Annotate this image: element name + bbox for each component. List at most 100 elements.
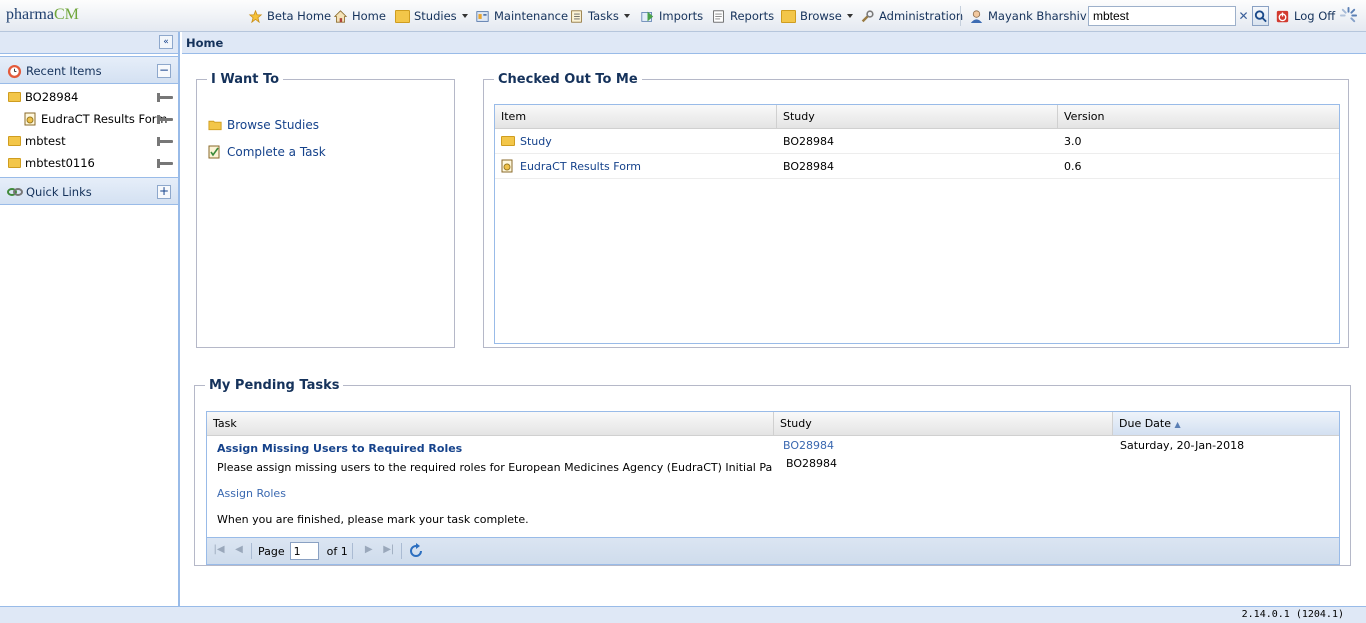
version-cell: 3.0 — [1064, 135, 1082, 148]
task-title-link[interactable]: Assign Missing Users to Required Roles — [217, 442, 462, 455]
table-row[interactable]: EudraCT Results Form BO28984 0.6 — [495, 154, 1339, 179]
quick-links-header[interactable]: Quick Links + — [0, 177, 178, 205]
link-icon — [7, 188, 23, 196]
page-label: Page — [258, 544, 285, 558]
folder-icon — [8, 136, 21, 146]
nav-home[interactable]: Home — [333, 7, 386, 25]
toolbar-divider — [960, 6, 961, 26]
recent-items-title: Recent Items — [26, 64, 102, 78]
nav-maintenance[interactable]: Maintenance — [475, 7, 568, 25]
form-icon — [501, 159, 513, 173]
table-row[interactable]: Study BO28984 3.0 — [495, 129, 1339, 154]
task-description: Please assign missing users to the requi… — [217, 461, 773, 474]
nav-browse[interactable]: Browse — [781, 7, 853, 25]
pin-icon[interactable] — [157, 137, 173, 146]
recent-item[interactable]: BO28984 — [0, 86, 178, 108]
column-header-item[interactable]: Item — [495, 105, 777, 128]
study-link[interactable]: BO28984 — [783, 439, 834, 452]
collapse-sidebar-button[interactable]: « — [159, 35, 173, 49]
user-menu[interactable]: Mayank Bharshiv — [969, 7, 1098, 25]
pending-tasks-title: My Pending Tasks — [209, 378, 340, 393]
folder-icon — [501, 136, 515, 146]
chevron-down-icon — [846, 14, 853, 18]
sidebar-header: « — [0, 32, 178, 54]
search-input[interactable] — [1088, 6, 1236, 26]
recent-item[interactable]: mbtest0116 — [0, 152, 178, 174]
search-button[interactable] — [1252, 6, 1269, 26]
nav-imports[interactable]: Imports — [640, 7, 703, 25]
nav-studies[interactable]: Studies — [395, 7, 468, 25]
next-page-icon[interactable]: ▶ — [361, 544, 377, 558]
recent-items-header[interactable]: Recent Items − — [0, 56, 178, 84]
complete-task-link[interactable]: Complete a Task — [208, 144, 326, 160]
toolbar-divider — [251, 543, 252, 559]
chevron-down-icon — [623, 14, 630, 18]
clear-search-icon[interactable]: ✕ — [1236, 7, 1251, 25]
item-link[interactable]: EudraCT Results Form — [520, 154, 641, 179]
column-header-due-date[interactable]: Due Date ▲ — [1113, 412, 1339, 435]
collapse-recent-items-button[interactable]: − — [157, 64, 171, 78]
checked-out-title: Checked Out To Me — [498, 72, 638, 87]
folder-icon — [8, 158, 21, 168]
expand-quick-links-button[interactable]: + — [157, 185, 171, 199]
main-content: Home I Want To Browse Studies Complete a… — [182, 32, 1366, 606]
pin-icon[interactable] — [157, 115, 173, 124]
wrench-icon — [861, 9, 874, 22]
task-check-icon — [208, 145, 220, 159]
version-cell: 0.6 — [1064, 160, 1082, 173]
checked-out-panel: Checked Out To Me Item Study Version Stu… — [483, 72, 1349, 348]
i-want-to-panel: I Want To Browse Studies Complete a Task — [196, 72, 455, 348]
toolbar-divider — [400, 543, 402, 559]
pending-tasks-panel: My Pending Tasks Task Study Due Date ▲ A… — [194, 378, 1351, 566]
pin-icon[interactable] — [157, 93, 173, 102]
form-icon — [24, 112, 36, 126]
pagination-toolbar: |◀ ◀ Page of 1 ▶ ▶| — [207, 537, 1339, 564]
due-date-cell: Saturday, 20-Jan-2018 — [1120, 439, 1245, 452]
power-icon — [1276, 10, 1289, 22]
recent-item[interactable]: mbtest — [0, 130, 178, 152]
table-row[interactable]: Assign Missing Users to Required Roles P… — [207, 436, 1339, 536]
column-header-study[interactable]: Study — [774, 412, 1113, 435]
assign-roles-link[interactable]: Assign Roles — [217, 487, 286, 500]
grid-header: Item Study Version — [495, 105, 1339, 129]
nav-beta-home[interactable]: Beta Home — [248, 7, 331, 25]
report-icon — [713, 9, 724, 23]
last-page-icon[interactable]: ▶| — [381, 544, 397, 558]
task-note: When you are finished, please mark your … — [217, 513, 529, 526]
app-logo[interactable]: pharmaCM — [6, 6, 79, 24]
page-number-input[interactable] — [289, 542, 319, 560]
pending-tasks-grid: Task Study Due Date ▲ Assign Missing Use… — [206, 411, 1340, 565]
first-page-icon[interactable]: |◀ — [211, 544, 227, 558]
sort-ascending-icon: ▲ — [1174, 420, 1181, 429]
user-icon — [970, 9, 983, 23]
folder-icon — [8, 92, 21, 102]
column-header-task[interactable]: Task — [207, 412, 774, 435]
study-cell: BO28984 — [783, 160, 835, 173]
logoff-button[interactable]: Log Off — [1275, 7, 1335, 25]
browse-studies-link[interactable]: Browse Studies — [208, 117, 319, 133]
loading-spinner-icon — [1339, 6, 1358, 23]
nav-tasks[interactable]: Tasks — [569, 7, 630, 25]
item-link[interactable]: Study — [520, 129, 552, 154]
column-header-study[interactable]: Study — [777, 105, 1058, 128]
column-header-version[interactable]: Version — [1058, 105, 1339, 128]
home-icon — [333, 9, 348, 23]
open-folder-icon — [208, 120, 222, 131]
sidebar: « Recent Items − BO28984 EudraCT Results… — [0, 32, 180, 606]
grid-header: Task Study Due Date ▲ — [207, 412, 1339, 436]
pin-icon[interactable] — [157, 159, 173, 168]
toolbar-divider — [351, 543, 353, 559]
nav-administration[interactable]: Administration — [860, 7, 963, 25]
top-toolbar: pharmaCM Beta Home Home Studies Maintena… — [0, 0, 1366, 32]
nav-reports[interactable]: Reports — [711, 7, 774, 25]
refresh-icon[interactable] — [408, 543, 424, 559]
i-want-to-title: I Want To — [211, 72, 280, 87]
search-icon — [1254, 10, 1267, 23]
recent-item[interactable]: EudraCT Results Form — [0, 108, 178, 130]
study-text: BO28984 — [786, 457, 838, 470]
previous-page-icon[interactable]: ◀ — [231, 544, 247, 558]
checked-out-grid: Item Study Version Study BO28984 3.0 Eud… — [494, 104, 1340, 344]
version-label: 2.14.0.1 (1204.1) — [1241, 609, 1344, 620]
study-cell: BO28984 — [783, 135, 835, 148]
quick-links-title: Quick Links — [26, 185, 92, 199]
